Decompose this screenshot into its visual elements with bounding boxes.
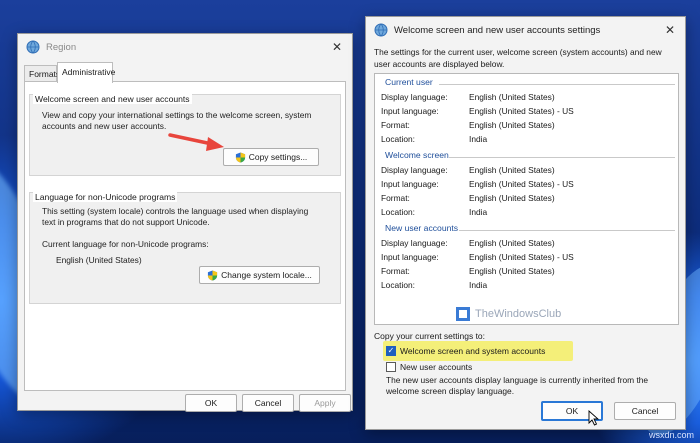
region-titlebar: Region ✕ <box>18 34 352 60</box>
row-label: Input language: <box>381 179 439 189</box>
section-heading-current-user: Current user <box>385 77 433 87</box>
row-value: English (United States) <box>469 120 555 130</box>
dialog-title: Welcome screen and new user accounts set… <box>394 24 601 36</box>
welcome-settings-dialog: Welcome screen and new user accounts set… <box>365 16 686 430</box>
group-description: View and copy your international setting… <box>42 110 312 120</box>
note-line: welcome screen display language. <box>386 386 515 396</box>
row-label: Input language: <box>381 106 439 116</box>
group-label: Language for non-Unicode programs <box>33 192 178 202</box>
row-label: Location: <box>381 207 415 217</box>
group-description: text in programs that do not support Uni… <box>42 217 210 227</box>
row-value: English (United States) <box>469 238 555 248</box>
section-divider <box>459 230 675 231</box>
uac-shield-icon <box>235 151 245 163</box>
checkbox-unchecked-icon[interactable] <box>386 362 396 372</box>
row-value: English (United States) - US <box>469 106 574 116</box>
region-footer: OK Cancel Apply <box>18 394 354 412</box>
row-label: Format: <box>381 266 410 276</box>
section-divider <box>449 157 675 158</box>
row-value: English (United States) <box>469 266 555 276</box>
non-unicode-group: Language for non-Unicode programs This s… <box>29 192 341 304</box>
window-title: Region <box>46 41 77 53</box>
checkbox-new-user-accounts[interactable]: New user accounts <box>386 362 472 372</box>
tab-administrative[interactable]: Administrative <box>57 62 115 83</box>
intro-line: The settings for the current user, welco… <box>374 47 662 57</box>
dialog-titlebar: Welcome screen and new user accounts set… <box>366 17 685 43</box>
button-label: Change system locale... <box>221 270 312 280</box>
row-value: India <box>469 207 488 217</box>
row-label: Format: <box>381 120 410 130</box>
administrative-panel: Welcome screen and new user accounts Vie… <box>24 81 346 391</box>
row-value: English (United States) <box>469 165 555 175</box>
settings-listbox[interactable]: Current user Display language: English (U… <box>374 73 679 325</box>
row-value: India <box>469 280 488 290</box>
section-heading-welcome-screen: Welcome screen <box>385 150 449 160</box>
row-value: English (United States) <box>469 92 555 102</box>
note-line: The new user accounts display language i… <box>386 375 649 385</box>
globe-icon <box>26 40 40 54</box>
cancel-button[interactable]: Cancel <box>242 394 294 412</box>
checkbox-welcome-screen[interactable]: ✓ Welcome screen and system accounts <box>386 346 545 356</box>
group-description: This setting (system locale) controls th… <box>42 206 309 216</box>
row-label: Location: <box>381 134 415 144</box>
brand-text: TheWindowsClub <box>475 308 562 320</box>
section-divider <box>439 84 675 85</box>
site-watermark: wsxdn.com <box>648 430 694 440</box>
row-label: Display language: <box>381 92 448 102</box>
row-value: English (United States) - US <box>469 179 574 189</box>
current-language-label: Current language for non-Unicode program… <box>42 239 209 249</box>
intro-line: user accounts are displayed below. <box>374 58 505 69</box>
change-system-locale-button[interactable]: Change system locale... <box>199 266 320 284</box>
copy-settings-label: Copy your current settings to: <box>374 331 486 341</box>
mouse-cursor-icon <box>588 410 600 426</box>
group-label: Welcome screen and new user accounts <box>33 94 192 104</box>
section-heading-new-user-accounts: New user accounts <box>385 223 459 233</box>
copy-settings-button[interactable]: Copy settings... <box>223 148 319 166</box>
checkbox-label: New user accounts <box>400 362 473 372</box>
group-description: accounts and new user accounts. <box>42 121 167 131</box>
region-window: Region ✕ Formats Administrative Welcome … <box>17 33 354 412</box>
cancel-button[interactable]: Cancel <box>614 402 676 420</box>
row-value: English (United States) <box>469 193 555 203</box>
row-label: Display language: <box>381 165 448 175</box>
row-label: Display language: <box>381 238 448 248</box>
row-value: India <box>469 134 488 144</box>
checkbox-label: Welcome screen and system accounts <box>400 346 546 356</box>
ok-button[interactable]: OK <box>185 394 237 412</box>
annotation-arrow-icon <box>168 133 224 151</box>
uac-shield-icon <box>208 269 218 281</box>
row-value: English (United States) - US <box>469 252 574 262</box>
row-label: Format: <box>381 193 410 203</box>
row-label: Location: <box>381 280 415 290</box>
apply-button[interactable]: Apply <box>299 394 351 412</box>
row-label: Input language: <box>381 252 439 262</box>
close-button[interactable]: ✕ <box>663 23 677 37</box>
tab-strip: Formats Administrative <box>24 62 352 83</box>
button-label: Copy settings... <box>248 152 308 162</box>
brand-watermark: TheWindowsClub <box>455 306 561 322</box>
globe-icon <box>374 23 388 37</box>
close-button[interactable]: ✕ <box>330 40 344 54</box>
inheritance-note: The new user accounts display language i… <box>386 375 678 397</box>
current-language-value: English (United States) <box>56 255 142 265</box>
checkbox-checked-icon[interactable]: ✓ <box>386 346 396 356</box>
intro-text: The settings for the current user, welco… <box>374 47 679 70</box>
windowsclub-logo-icon <box>456 307 470 321</box>
tab-formats[interactable]: Formats <box>24 65 60 82</box>
